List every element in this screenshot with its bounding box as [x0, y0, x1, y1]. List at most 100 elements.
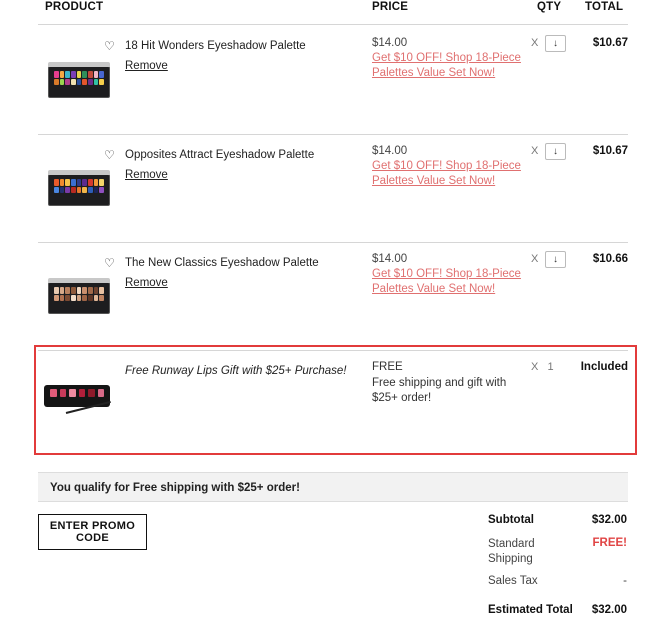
- lipstick-swatch: [59, 389, 66, 397]
- line-total: $10.66: [592, 253, 628, 265]
- qty-multiplier: X 1: [531, 361, 554, 373]
- eyeshadow-swatch: [65, 78, 70, 86]
- subtotal-label: Subtotal: [488, 514, 534, 526]
- estimated-total-value: $32.00: [591, 604, 627, 616]
- eyeshadow-swatch: [70, 287, 76, 294]
- eyeshadow-swatch: [70, 186, 76, 194]
- free-shipping-banner: You qualify for Free shipping with $25+ …: [38, 472, 628, 502]
- lipstick-swatch: [88, 389, 95, 397]
- gift-qty-value: 1: [547, 361, 554, 373]
- product-name[interactable]: 18 Hit Wonders Eyeshadow Palette: [125, 40, 306, 52]
- eyeshadow-swatch: [54, 287, 59, 294]
- eyeshadow-swatch: [99, 287, 104, 294]
- eyeshadow-swatch: [99, 71, 104, 78]
- eyeshadow-swatch: [87, 186, 93, 194]
- cart-item: ♡ Opposites Attract Eyeshadow Palette Re…: [38, 134, 628, 242]
- eyeshadow-swatch: [93, 179, 99, 186]
- line-total: $10.67: [592, 145, 628, 157]
- eyeshadow-swatch: [59, 179, 65, 186]
- eyeshadow-swatch: [76, 78, 82, 86]
- sales-tax-value: -: [623, 575, 627, 587]
- eyeshadow-swatch: [87, 71, 93, 78]
- eyeshadow-swatch: [54, 78, 59, 86]
- quantity-select[interactable]: ↓: [545, 251, 566, 268]
- eyeshadow-swatch: [76, 287, 82, 294]
- eyeshadow-swatch: [99, 186, 104, 194]
- promo-link[interactable]: Get $10 OFF! Shop 18-Piece Palettes Valu…: [372, 159, 522, 189]
- eyeshadow-swatch: [65, 179, 70, 186]
- heart-icon[interactable]: ♡: [104, 256, 115, 270]
- gift-note: Free shipping and gift with $25+ order!: [372, 377, 507, 404]
- product-name[interactable]: The New Classics Eyeshadow Palette: [125, 257, 319, 269]
- promo-link[interactable]: Get $10 OFF! Shop 18-Piece Palettes Valu…: [372, 51, 522, 81]
- column-header-product: PRODUCT: [45, 1, 104, 13]
- enter-promo-code-button[interactable]: ENTER PROMO CODE: [38, 514, 147, 550]
- shipping-label: Standard Shipping: [488, 538, 535, 565]
- product-name[interactable]: Opposites Attract Eyeshadow Palette: [125, 149, 314, 161]
- promo-link[interactable]: Get $10 OFF! Shop 18-Piece Palettes Valu…: [372, 267, 522, 297]
- eyeshadow-swatch: [54, 179, 59, 186]
- lipstick-swatch: [78, 389, 85, 397]
- eyeshadow-swatch: [99, 179, 104, 186]
- gift-total: Included: [580, 361, 628, 373]
- column-header-qty: QTY: [537, 1, 562, 13]
- eyeshadow-swatch: [93, 78, 99, 86]
- eyeshadow-swatch: [65, 294, 70, 302]
- qty-multiplier: X: [531, 253, 539, 265]
- remove-link[interactable]: Remove: [125, 169, 168, 181]
- sales-tax-label: Sales Tax: [488, 575, 538, 587]
- column-header-total: TOTAL: [585, 1, 624, 13]
- eyeshadow-swatch: [70, 78, 76, 86]
- qty-x-label: X: [531, 361, 539, 373]
- eyeshadow-swatch: [82, 179, 87, 186]
- remove-link[interactable]: Remove: [125, 60, 168, 72]
- eyeshadow-swatch: [93, 287, 99, 294]
- gift-price: FREE: [372, 361, 403, 373]
- eyeshadow-swatch: [76, 294, 82, 302]
- eyeshadow-swatch: [82, 78, 87, 86]
- eyeshadow-swatch: [59, 71, 65, 78]
- shipping-value: FREE!: [592, 537, 628, 549]
- eyeshadow-swatch: [76, 71, 82, 78]
- eyeshadow-swatch: [76, 179, 82, 186]
- lipstick-swatch: [50, 389, 57, 397]
- unit-price: $14.00: [372, 37, 408, 49]
- gift-item: Free Runway Lips Gift with $25+ Purchase…: [38, 350, 628, 450]
- eyeshadow-swatch: [54, 186, 59, 194]
- eyeshadow-swatch: [59, 294, 65, 302]
- eyeshadow-swatch: [87, 179, 93, 186]
- eyeshadow-swatch: [70, 71, 76, 78]
- eyeshadow-swatch: [65, 287, 70, 294]
- quantity-select[interactable]: ↓: [545, 35, 566, 52]
- heart-icon[interactable]: ♡: [104, 148, 115, 162]
- eyeshadow-swatch: [82, 294, 87, 302]
- eyeshadow-swatch: [65, 186, 70, 194]
- eyeshadow-swatch: [99, 78, 104, 86]
- cart-item: ♡ 18 Hit Wonders Eyeshadow Palette Remov…: [38, 24, 628, 134]
- column-header-price: PRICE: [372, 1, 409, 13]
- eyeshadow-swatch: [65, 71, 70, 78]
- eyeshadow-swatch: [93, 294, 99, 302]
- eyeshadow-swatch: [54, 71, 59, 78]
- chevron-down-icon: ↓: [553, 38, 558, 49]
- eyeshadow-swatch: [87, 294, 93, 302]
- eyeshadow-swatch: [87, 78, 93, 86]
- unit-price: $14.00: [372, 145, 408, 157]
- eyeshadow-swatch: [54, 294, 59, 302]
- unit-price: $14.00: [372, 253, 408, 265]
- eyeshadow-swatch: [82, 287, 87, 294]
- eyeshadow-swatch: [59, 287, 65, 294]
- remove-link[interactable]: Remove: [125, 277, 168, 289]
- estimated-total-label: Estimated Total: [488, 604, 573, 616]
- palette-thumbnail[interactable]: [48, 62, 110, 98]
- cart-item: ♡ The New Classics Eyeshadow Palette Rem…: [38, 242, 628, 350]
- gift-name: Free Runway Lips Gift with $25+ Purchase…: [125, 365, 347, 377]
- heart-icon[interactable]: ♡: [104, 39, 115, 53]
- subtotal-value: $32.00: [591, 514, 627, 526]
- qty-multiplier: X: [531, 145, 539, 157]
- qty-multiplier: X: [531, 37, 539, 49]
- quantity-select[interactable]: ↓: [545, 143, 566, 160]
- palette-thumbnail[interactable]: [48, 278, 110, 314]
- palette-thumbnail[interactable]: [48, 170, 110, 206]
- eyeshadow-swatch: [59, 186, 65, 194]
